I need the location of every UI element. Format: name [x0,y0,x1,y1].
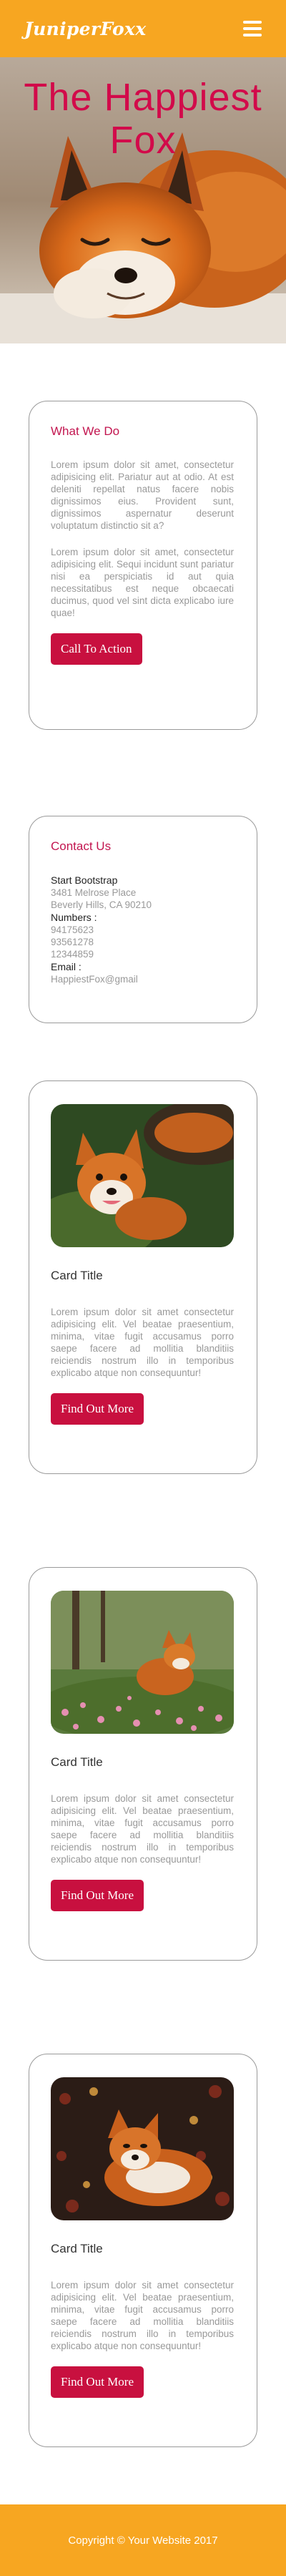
card-text: Lorem ipsum dolor sit amet consectetur a… [51,1307,234,1378]
what-we-do-paragraph-1: Lorem ipsum dolor sit amet, consectetur … [51,459,234,531]
fox-card: Card Title Lorem ipsum dolor sit amet co… [29,1080,257,1474]
what-we-do-paragraph-2: Lorem ipsum dolor sit amet, consectetur … [51,547,234,618]
contact-number-2: 93561278 [51,937,94,947]
contact-address-line-1: 3481 Melrose Place [51,887,137,898]
card-text: Lorem ipsum dolor sit amet consectetur a… [51,1793,234,1865]
find-out-more-button[interactable]: Find Out More [51,1880,144,1911]
card-title: Card Title [51,1755,103,1769]
hamburger-menu-icon[interactable] [243,21,262,36]
navbar: JuniperFoxx [0,0,286,57]
contact-number-1: 94175623 [51,924,94,935]
card-text: Lorem ipsum dolor sit amet consectetur a… [51,2280,234,2351]
fox-card: Card Title Lorem ipsum dolor sit amet co… [29,1567,257,1961]
contact-card: Contact Us Start Bootstrap 3481 Melrose … [29,816,257,1023]
find-out-more-button[interactable]: Find Out More [51,1393,144,1425]
card-fox-image-leaves [51,2077,234,2220]
card-fox-image-grass [51,1104,234,1247]
card-title: Card Title [51,2242,103,2255]
call-to-action-button[interactable]: Call To Action [51,633,142,665]
contact-email[interactable]: HappiestFox@gmail [51,973,234,985]
brand-logo[interactable]: JuniperFoxx [24,19,146,39]
hero-title: The Happiest Fox [24,76,262,162]
what-we-do-heading: What We Do [51,424,120,438]
contact-address-line-2: Beverly Hills, CA 90210 [51,899,152,910]
hero-section: The Happiest Fox [0,57,286,343]
card-fox-image-flowers [51,1591,234,1734]
contact-company: Start Bootstrap [51,874,118,886]
contact-email-label: Email : [51,961,82,972]
footer-copyright: Copyright © Your Website 2017 [68,2534,218,2547]
what-we-do-card: What We Do Lorem ipsum dolor sit amet, c… [29,401,257,730]
footer: Copyright © Your Website 2017 [0,2504,286,2576]
contact-heading: Contact Us [51,839,112,853]
contact-number-3: 12344859 [51,949,94,960]
contact-numbers-label: Numbers : [51,912,97,923]
card-title: Card Title [51,1269,103,1282]
fox-card: Card Title Lorem ipsum dolor sit amet co… [29,2054,257,2447]
find-out-more-button[interactable]: Find Out More [51,2366,144,2398]
